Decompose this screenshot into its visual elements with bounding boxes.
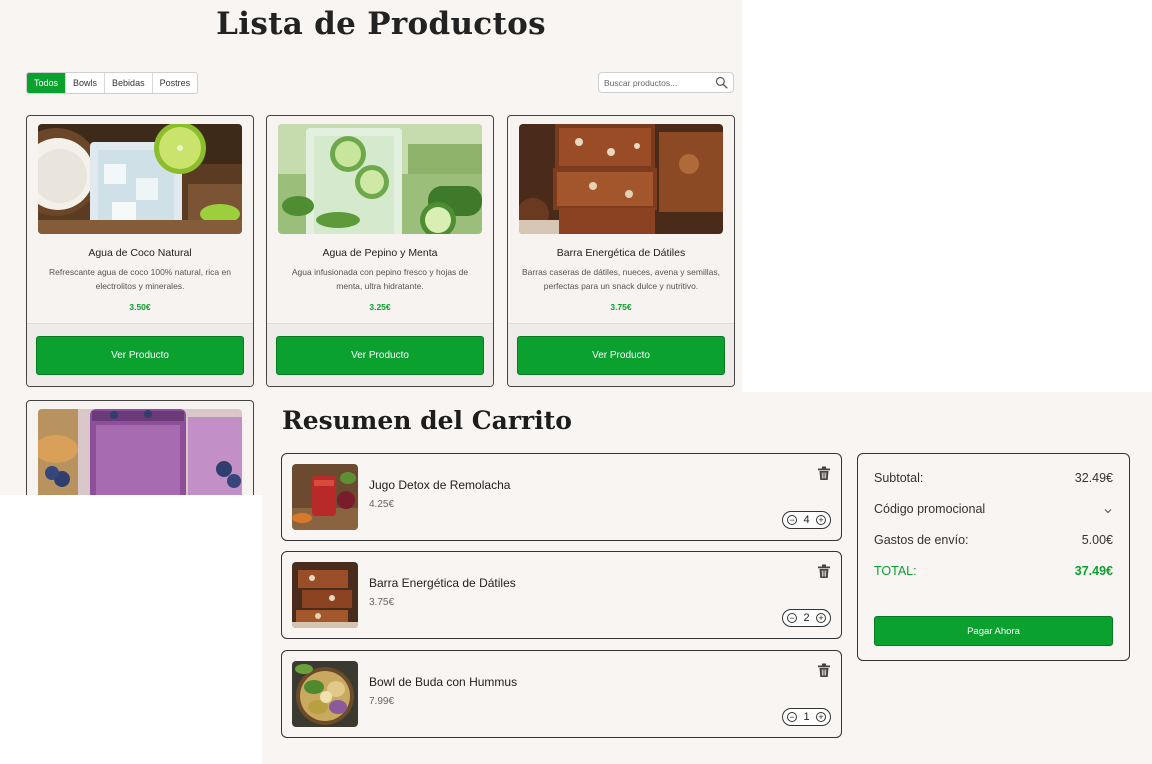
cart-item-price: 7.99€ — [369, 696, 395, 707]
product-description: Refrescante agua de coco 100% natural, r… — [49, 267, 231, 291]
increase-quantity-button[interactable]: + — [816, 613, 826, 623]
cart-item-name: Bowl de Buda con Hummus — [369, 675, 518, 689]
cart-item-price: 4.25€ — [369, 499, 395, 510]
promo-code-toggle[interactable]: Código promocional — [874, 502, 1113, 516]
decrease-quantity-button[interactable]: − — [787, 613, 797, 623]
increase-quantity-button[interactable]: + — [816, 712, 826, 722]
product-price: 3.75€ — [610, 302, 632, 312]
search-icon[interactable] — [715, 76, 728, 89]
tab-todos[interactable]: Todos — [27, 73, 67, 93]
decrease-quantity-button[interactable]: − — [787, 515, 797, 525]
quantity-stepper: − 1 + — [782, 708, 831, 726]
cart-item: Barra Energética de Dátiles 3.75€ − 2 + — [281, 551, 842, 639]
cart-item-price: 3.75€ — [369, 597, 395, 608]
cart-item-image — [292, 464, 358, 530]
product-price: 3.25€ — [369, 302, 391, 312]
tab-postres[interactable]: Postres — [153, 73, 198, 93]
shipping-row: Gastos de envío: 5.00€ — [874, 533, 1113, 547]
quantity-value: 4 — [803, 514, 810, 526]
card-footer: Ver Producto — [27, 323, 253, 386]
order-summary: Subtotal: 32.49€ Código promocional Gast… — [857, 453, 1130, 661]
cart-item: Bowl de Buda con Hummus 7.99€ − 1 + — [281, 650, 842, 738]
product-name: Agua de Pepino y Menta — [322, 247, 438, 259]
tab-bowls[interactable]: Bowls — [66, 73, 106, 93]
search-input[interactable] — [604, 76, 712, 90]
search-box — [598, 72, 734, 93]
tab-bebidas[interactable]: Bebidas — [105, 73, 153, 93]
category-tabs: Todos Bowls Bebidas Postres — [26, 72, 199, 94]
product-card: Barra Energética de Dátiles Barras caser… — [507, 115, 735, 387]
total-value: 37.49€ — [1074, 564, 1113, 578]
subtotal-row: Subtotal: 32.49€ — [874, 471, 1113, 485]
product-description: Barras caseras de dátiles, nueces, avena… — [522, 267, 720, 291]
view-product-button[interactable]: Ver Producto — [276, 336, 484, 375]
cart-panel: Resumen del Carrito Jugo Detox de Remola… — [262, 392, 1152, 764]
cart-item-image — [292, 562, 358, 628]
chevron-down-icon[interactable] — [1103, 506, 1113, 516]
cart-item-image — [292, 661, 358, 727]
cart-item-name: Barra Energética de Dátiles — [369, 576, 516, 590]
product-name: Agua de Coco Natural — [88, 247, 192, 259]
subtotal-label: Subtotal: — [874, 471, 924, 485]
product-image — [278, 124, 482, 234]
shipping-label: Gastos de envío: — [874, 533, 969, 547]
total-row: TOTAL: 37.49€ — [874, 564, 1113, 578]
promo-code-label: Código promocional — [874, 502, 986, 516]
product-card: Agua de Coco Natural Refrescante agua de… — [26, 115, 254, 387]
subtotal-value: 32.49€ — [1074, 471, 1113, 485]
cart-item: Jugo Detox de Remolacha 4.25€ − 4 + — [281, 453, 842, 541]
trash-icon[interactable] — [817, 466, 831, 481]
product-price: 3.50€ — [129, 302, 151, 312]
card-footer: Ver Producto — [267, 323, 493, 386]
total-label: TOTAL: — [874, 564, 917, 578]
trash-icon[interactable] — [817, 564, 831, 579]
cart-item-name: Jugo Detox de Remolacha — [369, 478, 511, 492]
card-footer: Ver Producto — [508, 323, 734, 386]
quantity-value: 2 — [803, 612, 810, 624]
product-card — [26, 400, 254, 495]
product-description: Agua infusionada con pepino fresco y hoj… — [291, 267, 469, 291]
decrease-quantity-button[interactable]: − — [787, 712, 797, 722]
product-image — [519, 124, 723, 234]
quantity-value: 1 — [803, 711, 810, 723]
view-product-button[interactable]: Ver Producto — [36, 336, 244, 375]
product-image — [38, 409, 242, 495]
product-name: Barra Energética de Dátiles — [556, 247, 686, 259]
pay-now-button[interactable]: Pagar Ahora — [874, 616, 1113, 646]
cart-title: Resumen del Carrito — [282, 406, 572, 435]
view-product-button[interactable]: Ver Producto — [517, 336, 725, 375]
quantity-stepper: − 2 + — [782, 609, 831, 627]
product-card: Agua de Pepino y Menta Agua infusionada … — [266, 115, 494, 387]
page-title: Lista de Productos — [216, 6, 546, 42]
increase-quantity-button[interactable]: + — [816, 515, 826, 525]
trash-icon[interactable] — [817, 663, 831, 678]
shipping-value: 5.00€ — [1081, 533, 1113, 547]
product-image — [38, 124, 242, 234]
quantity-stepper: − 4 + — [782, 511, 831, 529]
